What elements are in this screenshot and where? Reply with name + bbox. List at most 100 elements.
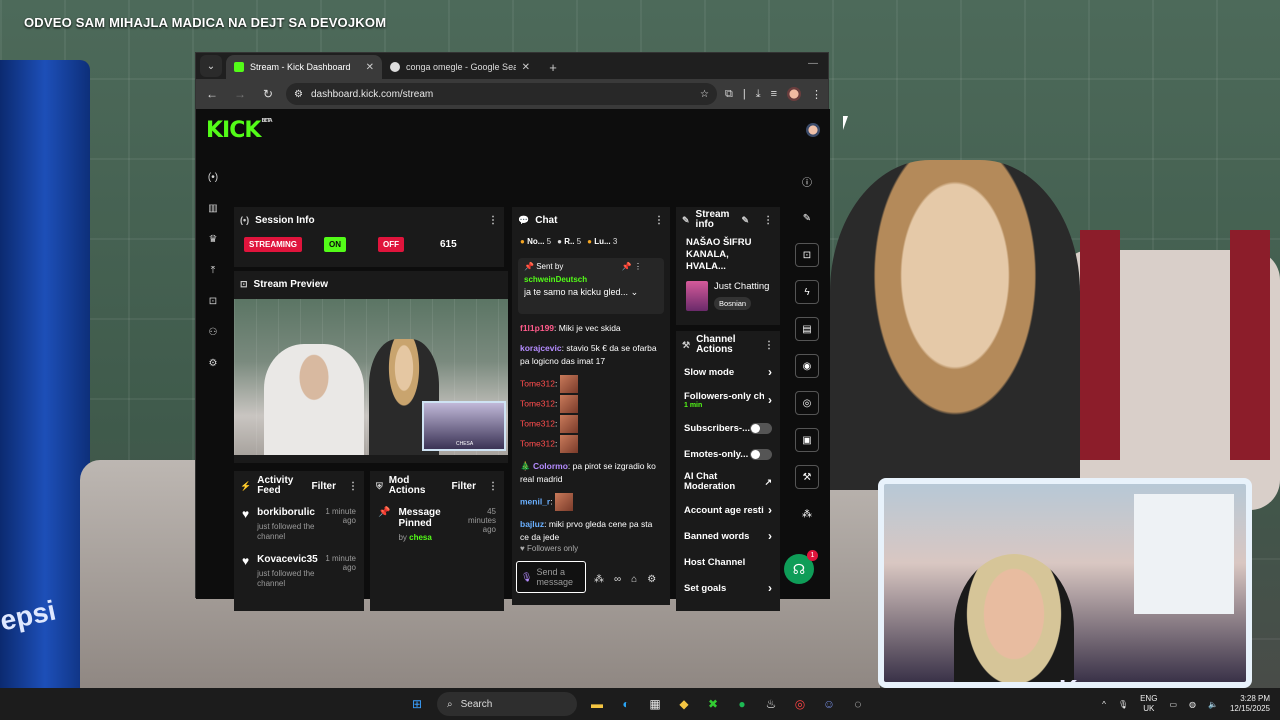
microphone-icon[interactable]: 🎙 bbox=[1118, 700, 1128, 709]
pinned-message[interactable]: 📌 Sent by 📌 ⋮ schweinDeutsch ja te samo … bbox=[518, 258, 664, 314]
edit-icon[interactable]: ✎ bbox=[742, 215, 750, 226]
url-field[interactable]: ⚙ dashboard.kick.com/stream ☆ bbox=[286, 83, 717, 105]
action-subscribers-only[interactable]: Subscribers-... bbox=[676, 415, 780, 441]
screen-capture-icon[interactable]: ⊡ bbox=[795, 243, 819, 267]
filter-button[interactable]: Filter bbox=[312, 481, 336, 492]
volume-icon[interactable]: 🔈 bbox=[1208, 700, 1218, 709]
chat-input[interactable]: 🎙 Send a message bbox=[516, 561, 586, 593]
broadcast-icon[interactable]: ◎ bbox=[795, 391, 819, 415]
follower-name[interactable]: Kovacevic35 bbox=[257, 554, 327, 565]
help-button[interactable]: ☊ 1 bbox=[784, 550, 818, 584]
forward-icon[interactable]: → bbox=[230, 87, 250, 101]
off-button[interactable]: OFF bbox=[378, 237, 404, 252]
upload-icon[interactable]: ⤒ bbox=[205, 262, 221, 278]
tab-kick-dashboard[interactable]: Stream - Kick Dashboard ✕ bbox=[226, 55, 382, 79]
more-icon[interactable]: ⋮ bbox=[488, 481, 498, 492]
tray-overflow-icon[interactable]: ^ bbox=[1102, 700, 1106, 709]
filter-button[interactable]: Filter bbox=[452, 481, 476, 492]
stream-preview-video[interactable]: CHESA bbox=[234, 299, 508, 455]
media-control-icon[interactable]: ≡ bbox=[771, 88, 777, 100]
discord-icon[interactable]: ☺ bbox=[820, 695, 838, 713]
users-icon[interactable]: ⚇ bbox=[205, 324, 221, 340]
on-button[interactable]: ON bbox=[324, 237, 346, 252]
toggle-switch[interactable] bbox=[750, 448, 772, 460]
trophy-icon[interactable]: ♛ bbox=[205, 231, 221, 247]
reload-icon[interactable]: ↻ bbox=[258, 87, 278, 101]
chat-user[interactable]: Tome312 bbox=[520, 378, 555, 388]
chat-user[interactable]: menil_r bbox=[520, 496, 550, 506]
more-icon[interactable]: ⋮ bbox=[488, 215, 498, 226]
language-indicator[interactable]: ENG UK bbox=[1140, 694, 1157, 714]
notes-icon[interactable]: ▤ bbox=[795, 317, 819, 341]
app-icon[interactable]: ◆ bbox=[675, 695, 693, 713]
action-banned-words[interactable]: Banned words › bbox=[676, 523, 780, 549]
follower-name[interactable]: borkiborulic bbox=[257, 507, 327, 518]
category-name[interactable]: Just Chatting bbox=[714, 281, 769, 293]
bookmark-star-icon[interactable]: ☆ bbox=[700, 89, 709, 100]
wrench-icon[interactable]: ⚒ bbox=[795, 465, 819, 489]
action-host-channel[interactable]: Host Channel bbox=[676, 549, 780, 575]
chat-tab[interactable]: ● Lu... 3 bbox=[587, 237, 617, 246]
obs-icon[interactable]: ◌ bbox=[849, 695, 867, 713]
taskbar-search[interactable]: ⌕ Search bbox=[437, 692, 577, 716]
action-account-age[interactable]: Account age resti › bbox=[676, 497, 780, 523]
chrome-icon[interactable]: ◎ bbox=[791, 695, 809, 713]
info-icon[interactable]: ⓘ bbox=[795, 169, 819, 193]
emote-picker-icon[interactable]: ⁂ bbox=[594, 574, 604, 585]
chat-user[interactable]: Tome312 bbox=[520, 418, 555, 428]
store-icon[interactable]: ⌂ bbox=[631, 574, 637, 585]
infinity-icon[interactable]: ∞ bbox=[614, 574, 621, 585]
category-thumbnail[interactable] bbox=[686, 281, 708, 311]
site-info-icon[interactable]: ⚙ bbox=[294, 89, 303, 100]
chat-user[interactable]: Tome312 bbox=[520, 398, 555, 408]
download-icon[interactable]: ⤓ bbox=[756, 88, 761, 101]
user-avatar[interactable] bbox=[806, 123, 820, 137]
more-icon[interactable]: ⋮ bbox=[764, 340, 774, 351]
back-icon[interactable]: ← bbox=[202, 87, 222, 101]
stream-screen-icon[interactable]: ⊡ bbox=[205, 293, 221, 309]
more-icon[interactable]: ⋮ bbox=[654, 215, 664, 226]
chat-user[interactable]: Colormo bbox=[533, 461, 568, 471]
chat-user[interactable]: Tome312 bbox=[520, 438, 555, 448]
tab-google-search[interactable]: conga omegle - Google Search ✕ bbox=[382, 55, 538, 79]
display-icon[interactable]: ▭ bbox=[1169, 700, 1177, 709]
new-tab-button[interactable]: + bbox=[544, 58, 562, 76]
action-slow-mode[interactable]: Slow mode › bbox=[676, 359, 780, 385]
extensions-icon[interactable]: ⧉ bbox=[725, 88, 733, 101]
action-ai-moderation[interactable]: AI Chat Moderation ↗ bbox=[676, 467, 780, 497]
chat-tab[interactable]: ● R.. 5 bbox=[557, 237, 581, 246]
microphone-icon[interactable]: 🎙 bbox=[521, 572, 532, 583]
lightning-icon[interactable]: ϟ bbox=[795, 280, 819, 304]
more-icon[interactable]: ⋮ bbox=[348, 481, 358, 492]
chat-user[interactable]: bajluz bbox=[520, 519, 544, 529]
pinned-user[interactable]: schweinDeutsch bbox=[524, 275, 658, 284]
windows-start-icon[interactable]: ⊞ bbox=[408, 695, 426, 713]
mod-user[interactable]: chesa bbox=[409, 533, 432, 542]
chat-user[interactable]: f1l1p199 bbox=[520, 323, 554, 333]
close-tab-icon[interactable]: ✕ bbox=[366, 62, 374, 73]
file-explorer-icon[interactable]: ▬ bbox=[588, 695, 606, 713]
store-icon[interactable]: ▦ bbox=[646, 695, 664, 713]
pin-icon[interactable]: 📌 ⋮ bbox=[622, 262, 642, 271]
xbox-icon[interactable]: ✖ bbox=[704, 695, 722, 713]
action-emotes-only[interactable]: Emotes-only... bbox=[676, 441, 780, 467]
browser-menu-icon[interactable]: ⋮ bbox=[811, 88, 822, 101]
chat-user[interactable]: korajcevic bbox=[520, 343, 562, 353]
action-set-goals[interactable]: Set goals › bbox=[676, 575, 780, 601]
steam-icon[interactable]: ♨ bbox=[762, 695, 780, 713]
community-icon[interactable]: ⁂ bbox=[795, 502, 819, 526]
action-followers-only[interactable]: Followers-only ch 1 min › bbox=[676, 385, 780, 415]
toggle-switch[interactable] bbox=[750, 422, 772, 434]
chat-settings-icon[interactable]: ⚙ bbox=[647, 574, 656, 585]
chat-bubble-icon[interactable]: ◉ bbox=[795, 354, 819, 378]
tab-search-button[interactable]: ⌄ bbox=[200, 55, 222, 77]
clock[interactable]: 3:28 PM 12/15/2025 bbox=[1230, 694, 1270, 714]
edit-pencil-icon[interactable]: ✎ bbox=[795, 206, 819, 230]
network-icon[interactable]: ◍ bbox=[1189, 700, 1196, 709]
profile-avatar[interactable] bbox=[787, 87, 801, 101]
close-tab-icon[interactable]: ✕ bbox=[522, 62, 530, 73]
more-icon[interactable]: ⋮ bbox=[763, 215, 773, 226]
broadcast-icon[interactable]: (•) bbox=[205, 169, 221, 185]
spotify-icon[interactable]: ● bbox=[733, 695, 751, 713]
layout-icon[interactable]: ▣ bbox=[795, 428, 819, 452]
